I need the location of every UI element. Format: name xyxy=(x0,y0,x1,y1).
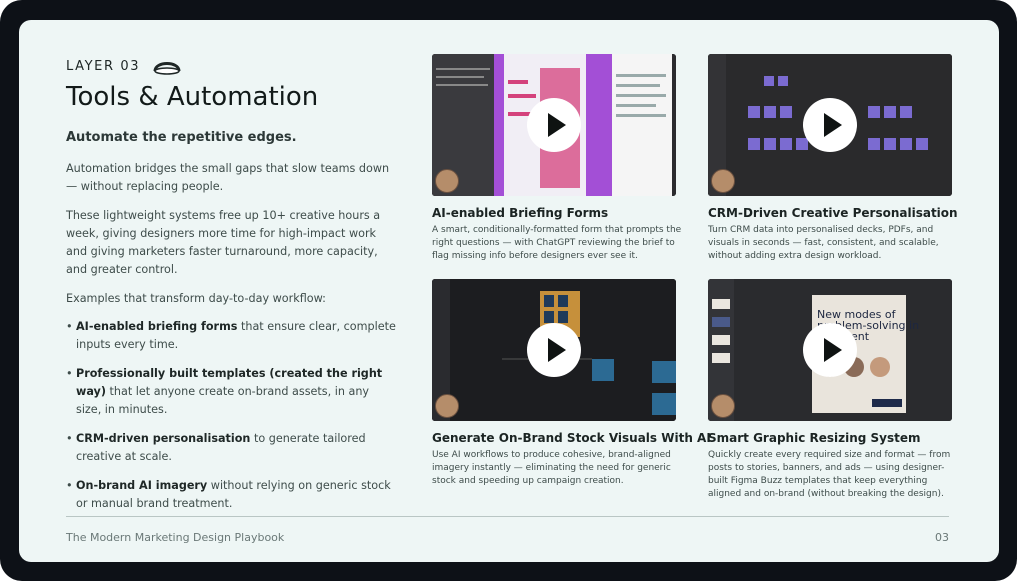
video-card-graphic-resizing: New modes of problem-solving in ent Smar… xyxy=(708,279,952,501)
benefits-paragraph: These lightweight systems free up 10+ cr… xyxy=(66,209,381,276)
presenter-avatar xyxy=(435,394,459,418)
video-card-crm-personalisation: CRM-Driven Creative Personalisation Turn… xyxy=(708,54,958,263)
presenter-avatar xyxy=(711,394,735,418)
video-thumbnail[interactable] xyxy=(432,279,676,421)
list-item-bold: On-brand AI imagery xyxy=(76,479,208,492)
play-icon[interactable] xyxy=(527,98,581,152)
bullet-icon: • xyxy=(66,479,73,492)
play-icon[interactable] xyxy=(803,98,857,152)
presenter-avatar xyxy=(711,169,735,193)
examples-lead: Examples that transform day-to-day workf… xyxy=(66,292,326,305)
card-title: AI-enabled Briefing Forms xyxy=(432,206,609,220)
bullet-icon: • xyxy=(66,432,73,445)
layer-label: LAYER 03 xyxy=(66,56,182,76)
list-item-bold: CRM-driven personalisation xyxy=(76,432,251,445)
list-item-text: that let anyone create on-brand assets, … xyxy=(76,385,370,416)
card-description: Use AI workflows to produce cohesive, br… xyxy=(432,450,671,486)
card-title: Generate On-Brand Stock Visuals With AI xyxy=(432,431,711,445)
layer-label-text: LAYER 03 xyxy=(66,58,141,74)
video-thumbnail[interactable] xyxy=(708,54,952,196)
layer-dome-icon xyxy=(153,62,181,75)
video-thumbnail[interactable] xyxy=(432,54,676,196)
list-item: • CRM-driven personalisation to generate … xyxy=(66,430,396,466)
footer-divider xyxy=(66,516,949,517)
bullet-icon: • xyxy=(66,320,73,333)
page-subtitle: Automate the repetitive edges. xyxy=(66,130,297,145)
card-description: Quickly create every required size and f… xyxy=(708,450,951,499)
card-description: Turn CRM data into personalised decks, P… xyxy=(708,225,939,261)
video-thumbnail[interactable]: New modes of problem-solving in ent xyxy=(708,279,952,421)
page-title: Tools & Automation xyxy=(66,82,319,112)
page-number: 03 xyxy=(935,531,949,544)
card-title: CRM-Driven Creative Personalisation xyxy=(708,206,958,220)
device-frame: LAYER 03 Tools & Automation Automate the… xyxy=(0,0,1017,581)
intro-paragraph: Automation bridges the small gaps that s… xyxy=(66,162,390,193)
card-title: Smart Graphic Resizing System xyxy=(708,431,921,445)
video-card-ai-stock-visuals: Generate On-Brand Stock Visuals With AI … xyxy=(432,279,711,488)
list-item: • Professionally built templates (created… xyxy=(66,365,396,419)
card-description: A smart, conditionally-formatted form th… xyxy=(432,225,682,261)
play-icon[interactable] xyxy=(803,323,857,377)
list-item-bold: AI-enabled briefing forms xyxy=(76,320,238,333)
slide: LAYER 03 Tools & Automation Automate the… xyxy=(19,20,999,562)
list-item: • On-brand AI imagery without relying on … xyxy=(66,477,396,513)
bullet-icon: • xyxy=(66,367,73,380)
play-icon[interactable] xyxy=(527,323,581,377)
video-card-briefing-forms: AI-enabled Briefing Forms A smart, condi… xyxy=(432,54,681,263)
list-item: • AI-enabled briefing forms that ensure c… xyxy=(66,318,396,354)
examples-list: • AI-enabled briefing forms that ensure c… xyxy=(66,318,396,524)
presenter-avatar xyxy=(435,169,459,193)
footer-title: The Modern Marketing Design Playbook xyxy=(66,531,285,544)
